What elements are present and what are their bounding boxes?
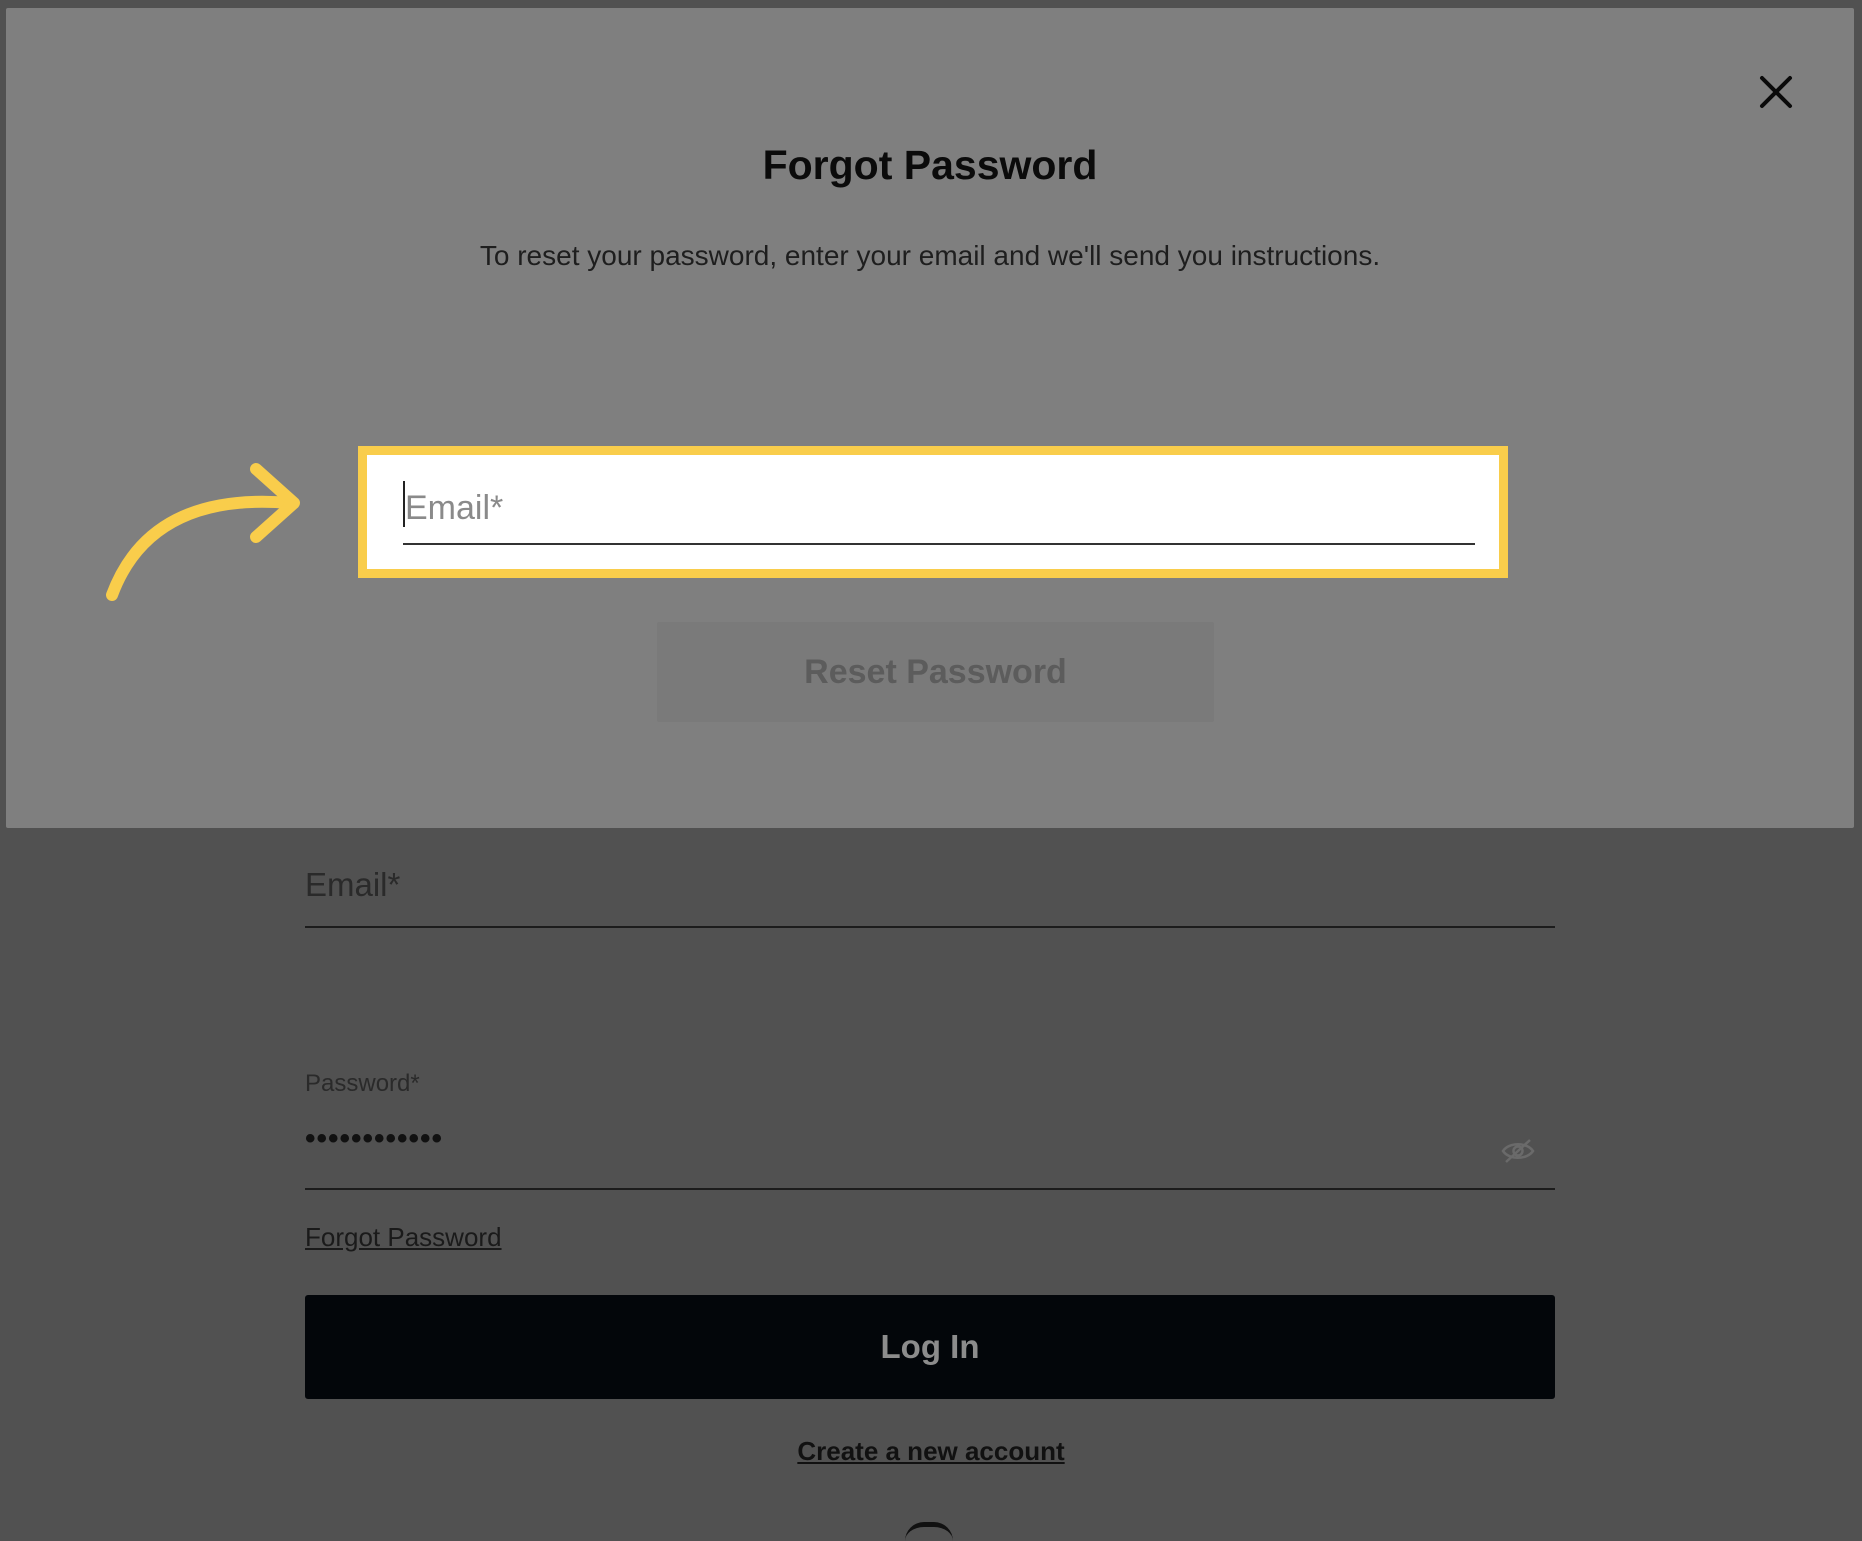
close-button[interactable] [1754, 70, 1798, 114]
modal-subtitle: To reset your password, enter your email… [479, 240, 1381, 271]
partial-logo [905, 1522, 953, 1541]
modal-title: Forgot Password [762, 142, 1098, 188]
eye-slash-icon[interactable] [1501, 1138, 1535, 1164]
login-password-value: •••••••••••• [305, 1122, 444, 1155]
reset-password-button[interactable]: Reset Password [657, 622, 1214, 722]
login-email-field[interactable]: Email* [305, 860, 1555, 928]
text-cursor [403, 481, 405, 527]
email-highlight-box [358, 446, 1508, 578]
forgot-password-modal: Forgot Password To reset your password, … [6, 8, 1854, 828]
create-account-link[interactable]: Create a new account [0, 1436, 1862, 1467]
login-password-field[interactable]: Password* •••••••••••• [305, 1062, 1555, 1190]
reset-password-label: Reset Password [804, 652, 1067, 691]
login-button[interactable]: Log In [305, 1295, 1555, 1399]
curved-arrow-icon [98, 455, 308, 615]
reset-email-input[interactable] [403, 473, 1475, 545]
login-button-label: Log In [880, 1328, 980, 1365]
create-account-label: Create a new account [797, 1436, 1065, 1466]
close-icon[interactable] [1754, 76, 1798, 118]
login-email-label: Email* [305, 866, 401, 903]
login-password-label: Password* [305, 1070, 420, 1097]
forgot-password-link[interactable]: Forgot Password [305, 1222, 502, 1253]
